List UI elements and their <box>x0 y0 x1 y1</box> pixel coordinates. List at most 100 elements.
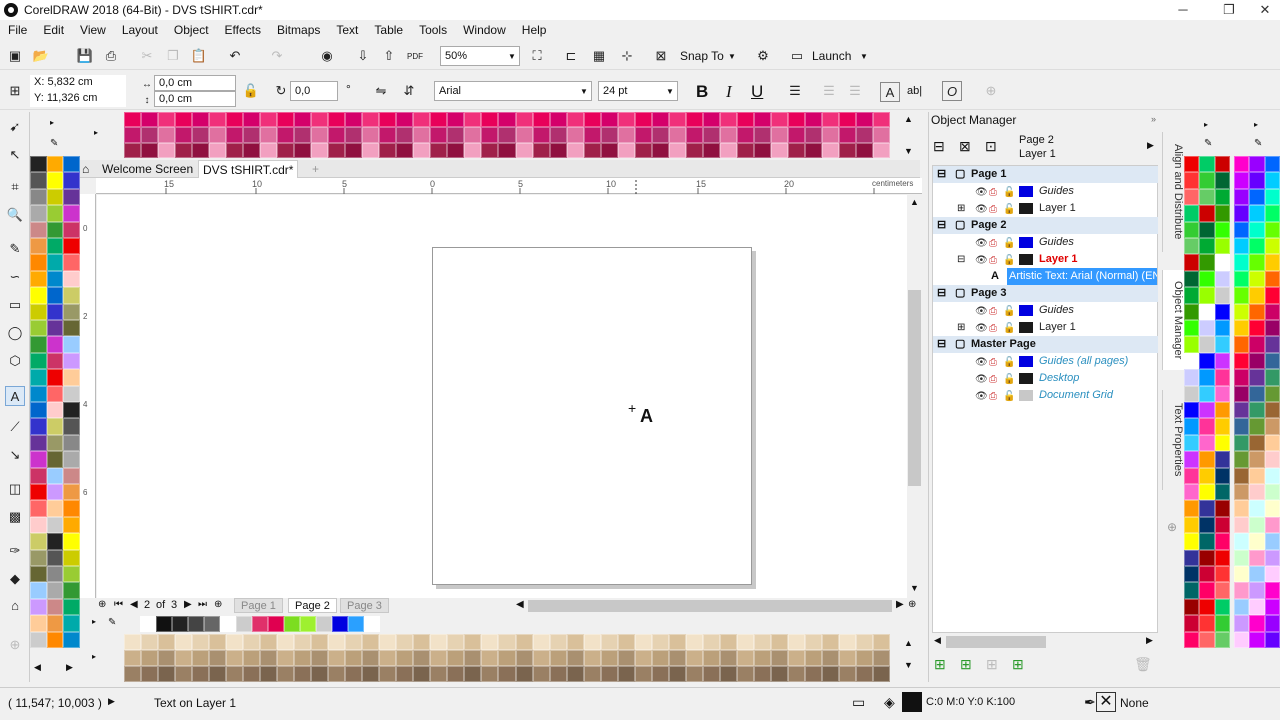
printer-icon[interactable]: ⎙ <box>989 235 997 252</box>
color-swatch[interactable] <box>46 221 64 238</box>
color-swatch[interactable] <box>63 205 80 222</box>
color-swatch[interactable] <box>63 615 80 632</box>
font-family-chevron-icon[interactable]: ▼ <box>578 83 590 99</box>
color-swatch[interactable] <box>348 616 364 632</box>
color-swatch[interactable] <box>30 401 47 419</box>
indent-icon[interactable]: ☰ <box>846 82 864 100</box>
color-swatch[interactable] <box>498 142 516 158</box>
text-tool-icon[interactable]: A <box>5 386 25 406</box>
layer-node[interactable]: ⊞ 👁 ⎙ 🔓 Layer 1 <box>933 200 1158 217</box>
color-swatch[interactable] <box>1264 615 1280 632</box>
color-swatch[interactable] <box>30 434 47 452</box>
color-swatch[interactable] <box>1184 631 1200 648</box>
color-swatch[interactable] <box>1184 352 1200 370</box>
color-swatch[interactable] <box>30 205 47 222</box>
layer-manager-view-icon[interactable]: ⊟ <box>933 138 945 155</box>
color-swatch[interactable] <box>872 634 890 650</box>
tab-text-properties[interactable]: Text Properties <box>1162 390 1184 490</box>
color-swatch[interactable] <box>46 533 64 550</box>
color-swatch[interactable] <box>1234 270 1250 288</box>
color-swatch[interactable] <box>277 634 295 650</box>
layer-color-swatch[interactable] <box>1019 373 1033 384</box>
color-swatch[interactable] <box>1264 221 1280 238</box>
color-swatch[interactable] <box>362 666 380 682</box>
color-swatch[interactable] <box>1249 533 1265 550</box>
color-swatch[interactable] <box>277 666 295 682</box>
color-swatch[interactable] <box>30 287 47 304</box>
color-swatch[interactable] <box>617 112 635 128</box>
color-swatch[interactable] <box>158 634 176 650</box>
freehand-tool-icon[interactable]: ✎ <box>6 240 24 258</box>
color-swatch[interactable] <box>498 112 516 128</box>
color-swatch[interactable] <box>63 303 80 320</box>
collapse-icon[interactable]: ⊟ <box>937 336 946 353</box>
fill-color-swatch[interactable] <box>902 692 922 712</box>
color-swatch[interactable] <box>226 142 244 158</box>
color-swatch[interactable] <box>204 616 220 632</box>
color-swatch[interactable] <box>532 666 550 682</box>
layer-color-swatch[interactable] <box>1019 356 1033 367</box>
color-swatch[interactable] <box>753 634 771 650</box>
color-swatch[interactable] <box>787 142 805 158</box>
color-swatch[interactable] <box>1184 549 1200 566</box>
bullet-list-icon[interactable]: ☰ <box>820 82 838 100</box>
color-swatch[interactable] <box>1214 303 1230 320</box>
color-swatch[interactable] <box>209 142 227 158</box>
color-swatch[interactable] <box>1264 418 1280 435</box>
color-swatch[interactable] <box>46 615 64 632</box>
color-swatch[interactable] <box>498 666 516 682</box>
color-swatch[interactable] <box>702 650 720 666</box>
color-swatch[interactable] <box>1199 270 1215 288</box>
drop-shadow-icon[interactable]: ◫ <box>6 480 24 498</box>
tree-scroll-thumb[interactable] <box>946 636 1046 648</box>
color-swatch[interactable] <box>1214 483 1230 501</box>
color-swatch[interactable] <box>1199 401 1215 419</box>
show-rulers-icon[interactable]: ⊏ <box>562 47 580 65</box>
color-swatch[interactable] <box>1264 156 1280 173</box>
add-page-before-icon[interactable]: ⊕ <box>98 599 106 610</box>
color-swatch[interactable] <box>600 127 618 143</box>
color-swatch[interactable] <box>345 666 363 682</box>
color-swatch[interactable] <box>46 598 64 616</box>
mirror-vertical-icon[interactable]: ⇵ <box>400 82 418 100</box>
color-swatch[interactable] <box>46 237 64 255</box>
color-swatch[interactable] <box>209 650 227 666</box>
color-swatch[interactable] <box>515 112 533 128</box>
color-swatch[interactable] <box>260 666 278 682</box>
color-swatch[interactable] <box>63 221 80 238</box>
color-swatch[interactable] <box>787 666 805 682</box>
outline-pen-icon[interactable]: ✒ <box>1084 694 1096 711</box>
color-swatch[interactable] <box>1234 303 1250 320</box>
crop-tool-icon[interactable]: ⌗ <box>6 178 24 196</box>
color-swatch[interactable] <box>736 142 754 158</box>
color-swatch[interactable] <box>617 127 635 143</box>
snap-to-button[interactable]: Snap To <box>680 49 724 63</box>
lock-icon[interactable]: 🔓 <box>1003 303 1015 320</box>
color-swatch[interactable] <box>1184 287 1200 304</box>
color-swatch[interactable] <box>685 112 703 128</box>
color-swatch[interactable] <box>294 650 312 666</box>
color-swatch[interactable] <box>30 352 47 370</box>
color-swatch[interactable] <box>753 142 771 158</box>
printer-icon[interactable]: ⎙ <box>989 201 997 218</box>
visibility-eye-icon[interactable]: 👁 <box>975 184 988 201</box>
color-swatch[interactable] <box>1214 270 1230 288</box>
color-swatch[interactable] <box>63 188 80 206</box>
color-swatch[interactable] <box>1199 582 1215 599</box>
color-swatch[interactable] <box>566 666 584 682</box>
color-swatch[interactable] <box>583 634 601 650</box>
color-swatch[interactable] <box>447 634 465 650</box>
right-color-palette-1[interactable] <box>1184 156 1230 648</box>
color-swatch[interactable] <box>46 500 64 517</box>
color-swatch[interactable] <box>1199 598 1215 616</box>
lock-ratio-icon[interactable]: 🔓 <box>242 82 260 100</box>
color-swatch[interactable] <box>1184 467 1200 484</box>
color-swatch[interactable] <box>226 127 244 143</box>
previous-page-icon[interactable]: ◀ <box>130 599 138 610</box>
next-page-icon[interactable]: ▶ <box>184 599 192 610</box>
lock-icon[interactable]: 🔓 <box>1003 371 1015 388</box>
redo-icon[interactable]: ↷ <box>268 47 286 65</box>
color-swatch[interactable] <box>1199 319 1215 337</box>
color-swatch[interactable] <box>1184 369 1200 386</box>
copy-icon[interactable]: ❐ <box>164 47 182 65</box>
